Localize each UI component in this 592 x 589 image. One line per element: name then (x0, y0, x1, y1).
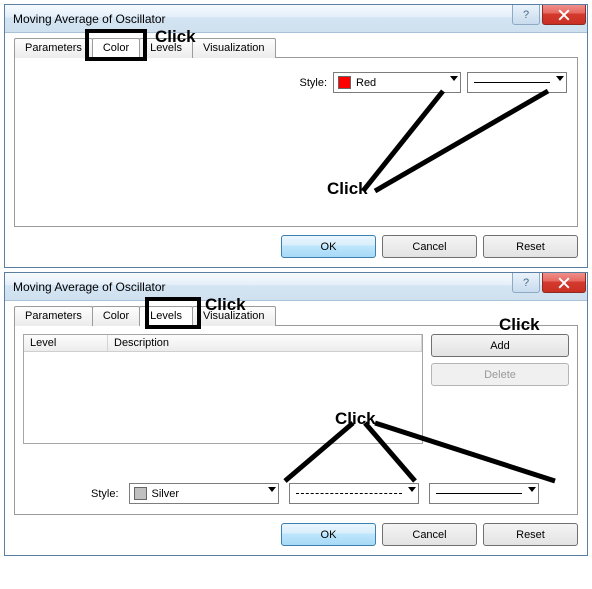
tab-levels[interactable]: Levels (139, 306, 193, 326)
button-row: OK Cancel Reset (14, 523, 578, 546)
line-style-combo[interactable] (467, 72, 567, 93)
tab-levels[interactable]: Levels (139, 38, 193, 58)
close-button[interactable] (542, 273, 586, 293)
color-swatch (134, 487, 147, 500)
chevron-down-icon (408, 487, 416, 492)
help-icon: ? (523, 277, 529, 289)
tab-visualization[interactable]: Visualization (192, 306, 276, 326)
tab-color[interactable]: Color (92, 38, 140, 58)
chevron-down-icon (268, 487, 276, 492)
side-buttons: Add Delete (431, 334, 569, 386)
color-name: Silver (152, 488, 180, 500)
titlebar[interactable]: Moving Average of Oscillator ? (5, 273, 587, 301)
close-icon (558, 277, 570, 289)
reset-button[interactable]: Reset (483, 235, 578, 258)
chevron-down-icon (450, 76, 458, 81)
tab-panel-levels: Level Description Add Delete Style: Silv… (14, 325, 578, 515)
dialog-levels: Moving Average of Oscillator ? Click Cli… (4, 272, 588, 556)
color-combo[interactable]: Red (333, 72, 461, 93)
ok-button[interactable]: OK (281, 523, 376, 546)
color-name: Red (356, 77, 376, 89)
style-label: Style: (299, 77, 327, 89)
color-swatch (338, 76, 351, 89)
col-description[interactable]: Description (108, 335, 422, 351)
cancel-button[interactable]: Cancel (382, 523, 477, 546)
title-text: Moving Average of Oscillator (13, 12, 166, 26)
tabstrip: Parameters Color Levels Visualization (14, 37, 578, 57)
tab-color[interactable]: Color (92, 306, 140, 326)
levels-grid[interactable]: Level Description (23, 334, 423, 444)
button-row: OK Cancel Reset (14, 235, 578, 258)
line-sample-dashed (296, 493, 402, 494)
chevron-down-icon (528, 487, 536, 492)
color-combo[interactable]: Silver (129, 483, 279, 504)
close-button[interactable] (542, 5, 586, 25)
line-style-combo[interactable] (289, 483, 419, 504)
cancel-button[interactable]: Cancel (382, 235, 477, 258)
tab-visualization[interactable]: Visualization (192, 38, 276, 58)
col-level[interactable]: Level (24, 335, 108, 351)
chevron-down-icon (556, 76, 564, 81)
reset-button[interactable]: Reset (483, 523, 578, 546)
line-sample-thin (436, 493, 522, 494)
add-button[interactable]: Add (431, 334, 569, 357)
line-width-combo[interactable] (429, 483, 539, 504)
tabstrip: Parameters Color Levels Visualization (14, 305, 578, 325)
dialog-color: Moving Average of Oscillator ? Click Cli… (4, 4, 588, 268)
close-icon (558, 9, 570, 21)
titlebar[interactable]: Moving Average of Oscillator ? (5, 5, 587, 33)
style-label: Style: (91, 488, 119, 500)
line-sample-solid (474, 82, 550, 83)
grid-header: Level Description (24, 335, 422, 352)
tab-parameters[interactable]: Parameters (14, 38, 93, 58)
help-icon: ? (523, 9, 529, 21)
ok-button[interactable]: OK (281, 235, 376, 258)
tab-parameters[interactable]: Parameters (14, 306, 93, 326)
title-text: Moving Average of Oscillator (13, 280, 166, 294)
help-button[interactable]: ? (512, 5, 540, 25)
delete-button: Delete (431, 363, 569, 386)
tab-panel-color: Style: Red (14, 57, 578, 227)
help-button[interactable]: ? (512, 273, 540, 293)
